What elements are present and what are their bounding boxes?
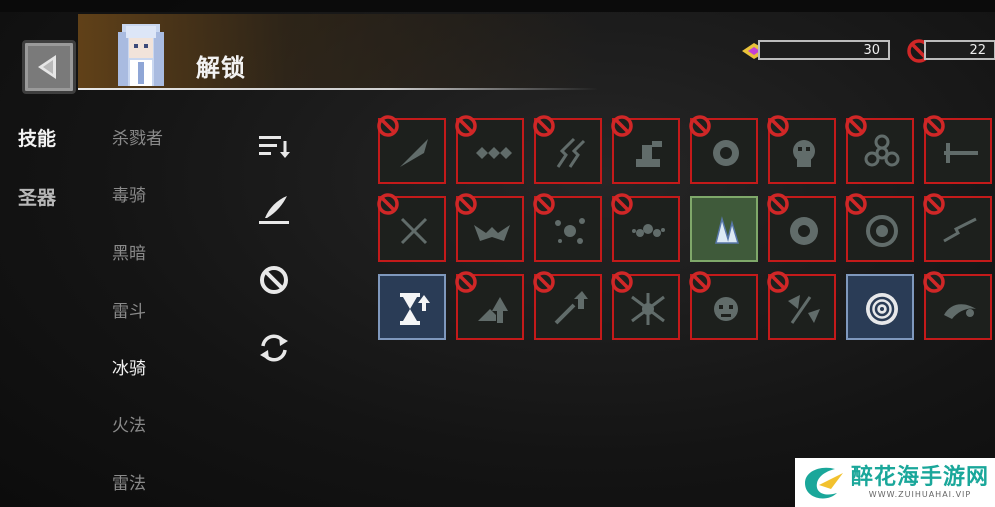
rage-face-icon — [714, 297, 738, 321]
character-avatar — [118, 24, 164, 86]
forbidden-icon — [923, 193, 945, 215]
sort-button[interactable] — [256, 128, 292, 164]
slash-icon — [400, 139, 428, 167]
spiked-chain-icon — [476, 147, 512, 159]
class-item[interactable]: 毒骑 — [112, 181, 146, 206]
hourglass-up-icon — [400, 293, 430, 325]
skill-cell[interactable] — [689, 115, 758, 184]
forbidden-icon — [767, 115, 789, 137]
meteor-icon — [944, 304, 976, 319]
class-item[interactable]: 杀戮者 — [112, 124, 163, 149]
skill-cell[interactable] — [378, 274, 446, 340]
ban-counter: 22 — [924, 40, 995, 60]
crossed-swords-icon — [400, 217, 428, 245]
sort-icon — [259, 136, 290, 158]
whirlwind-icon — [790, 217, 818, 245]
forbidden-icon — [611, 193, 633, 215]
skill-cell[interactable] — [923, 193, 992, 262]
class-item[interactable]: 火法 — [112, 411, 146, 436]
forbidden-icon — [923, 115, 945, 137]
forbidden-icon — [377, 193, 399, 215]
ban-filter-icon — [260, 266, 288, 294]
nav-relics[interactable]: 圣器 — [18, 183, 56, 210]
nav-skills[interactable]: 技能 — [18, 124, 56, 151]
skill-cell[interactable] — [845, 115, 914, 184]
skill-cell[interactable] — [533, 271, 602, 340]
forbidden-icon — [611, 115, 633, 137]
skill-cell[interactable] — [455, 115, 524, 184]
skill-cell[interactable] — [611, 271, 680, 340]
back-arrow-icon — [38, 55, 56, 79]
forbidden-icon — [611, 271, 633, 293]
watermark: 醉花海手游网 WWW.ZUIHUAHAI.VIP — [795, 458, 995, 507]
skill-cell[interactable] — [377, 115, 446, 184]
skull-burst-icon — [793, 140, 815, 167]
forbidden-icon — [533, 115, 555, 137]
forbidden-icon — [455, 271, 477, 293]
skill-cell[interactable] — [611, 115, 680, 184]
axe-arrow-icon — [788, 295, 820, 324]
skill-cell[interactable] — [767, 115, 836, 184]
spike-burst-icon — [631, 293, 665, 325]
gem-counter: 30 — [758, 40, 890, 60]
forbidden-icon — [767, 271, 789, 293]
skill-cell[interactable] — [533, 193, 602, 262]
bat-wings-icon — [474, 225, 510, 241]
forbidden-icon — [845, 193, 867, 215]
back-button[interactable] — [22, 40, 76, 94]
upgrade-arrows-icon — [478, 297, 508, 323]
top-strip — [0, 0, 995, 12]
edit-button[interactable] — [256, 192, 292, 228]
ring-icon — [866, 215, 898, 247]
ice-crystal-icon — [715, 216, 740, 244]
skill-cell[interactable] — [377, 193, 446, 262]
feather-icon — [259, 196, 289, 224]
skill-cell[interactable] — [846, 274, 914, 340]
forbidden-icon — [689, 115, 711, 137]
biohazard-icon — [864, 134, 900, 167]
forbidden-icon — [533, 271, 555, 293]
refresh-button[interactable] — [256, 330, 292, 366]
watermark-logo — [805, 467, 843, 498]
class-item-selected[interactable]: 冰骑 — [112, 354, 146, 379]
forbidden-icon — [455, 193, 477, 215]
skill-cell[interactable] — [923, 271, 992, 340]
vortex-icon — [866, 293, 898, 325]
forbidden-icon — [689, 271, 711, 293]
skill-cell[interactable] — [611, 193, 680, 262]
class-item[interactable]: 雷法 — [112, 469, 146, 494]
lightning-claw-icon — [556, 137, 586, 168]
watermark-url: WWW.ZUIHUAHAI.VIP — [868, 490, 972, 499]
forbidden-icon — [845, 115, 867, 137]
sword-upgrade-icon — [554, 291, 588, 325]
watermark-title: 醉花海手游网 — [851, 465, 990, 490]
skill-cell[interactable] — [689, 271, 758, 340]
skill-cell[interactable] — [455, 271, 524, 340]
forbidden-icon — [533, 193, 555, 215]
skill-cell[interactable] — [767, 271, 836, 340]
skill-cell[interactable] — [455, 193, 524, 262]
skill-cell[interactable] — [690, 196, 758, 262]
fist-strike-icon — [636, 141, 662, 167]
splatter-icon — [555, 218, 585, 244]
gem-count: 30 — [863, 42, 880, 58]
dust-cloud-icon — [632, 224, 665, 237]
class-item[interactable]: 雷斗 — [112, 297, 146, 322]
forbidden-icon — [455, 115, 477, 137]
skill-cell[interactable] — [923, 115, 992, 184]
skill-cell[interactable] — [767, 193, 836, 262]
class-item[interactable]: 黑暗 — [112, 239, 146, 264]
fire-fist-icon — [713, 140, 739, 166]
forbidden-icon — [767, 193, 789, 215]
ban-count: 22 — [969, 42, 986, 58]
forbidden-icon — [923, 271, 945, 293]
ban-filter-button[interactable] — [256, 262, 292, 298]
skill-cell[interactable] — [533, 115, 602, 184]
refresh-icon — [260, 334, 288, 362]
forbidden-icon — [377, 115, 399, 137]
skill-cell[interactable] — [845, 193, 914, 262]
page-title: 解锁 — [196, 54, 246, 82]
lance-icon — [944, 143, 978, 163]
lightning-bolt-icon — [943, 217, 977, 243]
